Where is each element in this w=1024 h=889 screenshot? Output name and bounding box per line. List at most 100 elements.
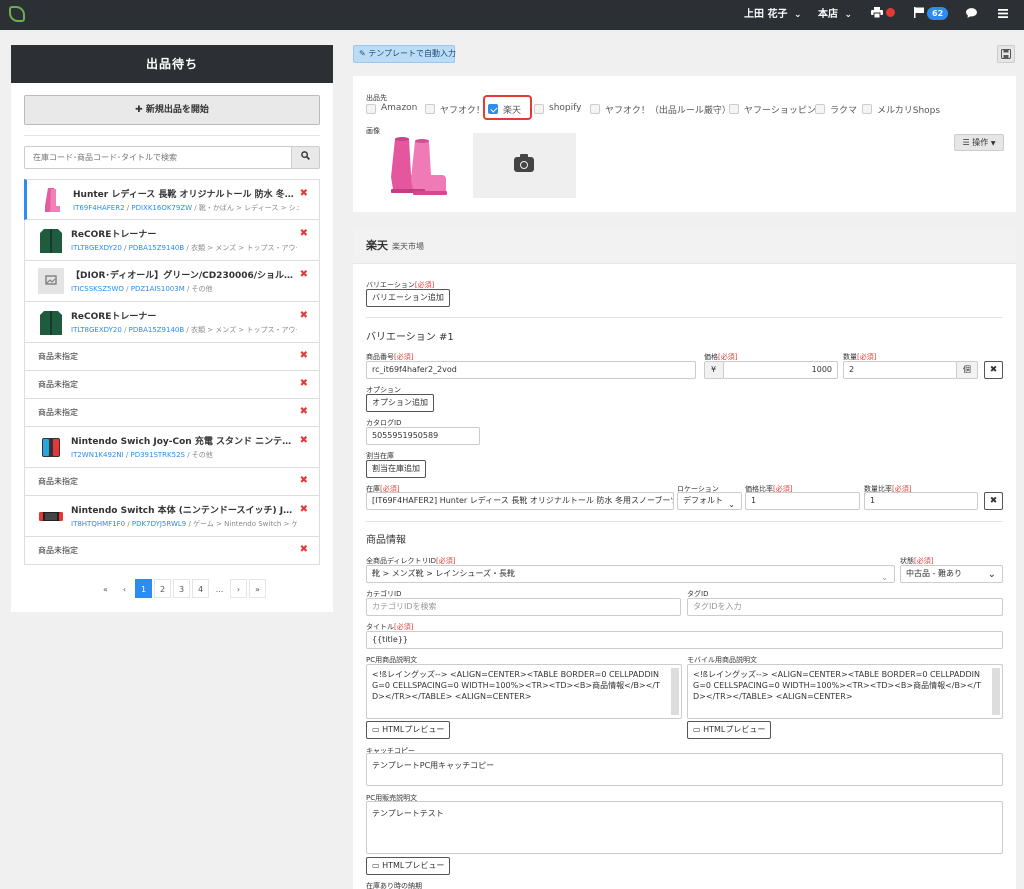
list-item[interactable]: Hunter レディース 長靴 オリジナルトール 防水 冬用スノーブーツ IT6…	[24, 179, 320, 220]
tag-id-input[interactable]: タグIDを入力	[687, 598, 1003, 616]
mobile-description-textarea[interactable]: <!ßレイングッズ--> <ALIGN=CENTER><TABLE BORDER…	[687, 664, 1003, 719]
catch-copy-textarea[interactable]: テンプレートPC用キャッチコピー	[366, 753, 1003, 786]
pager-page-4[interactable]: 4	[192, 579, 209, 598]
pager-page-3[interactable]: 3	[173, 579, 190, 598]
app-logo-icon[interactable]	[9, 6, 25, 22]
pc-description-textarea[interactable]: <!ßレイングッズ--> <ALIGN=CENTER><TABLE BORDER…	[366, 664, 682, 719]
add-allocated-stock-button[interactable]: 割当在庫追加	[366, 460, 426, 478]
add-variation-button[interactable]: バリエーション追加	[366, 289, 450, 307]
chat-button[interactable]	[966, 0, 977, 30]
search-button[interactable]	[291, 147, 319, 168]
remove-icon[interactable]: ✖	[300, 350, 308, 361]
price-input[interactable]: 1000	[723, 361, 838, 379]
product-code-link[interactable]: PDIXK16OK79ZW	[131, 204, 192, 212]
item-codes: ITICSSKSZ5WO / PDZ1AIS1003M / その他	[71, 285, 213, 293]
stock-code-link[interactable]: ITLT8GEXDY20	[71, 244, 122, 252]
template-autofill-button[interactable]: ✎ テンプレートで自動入力	[353, 45, 456, 63]
channel-checkbox-rakuma[interactable]	[815, 104, 825, 114]
notifications-menu[interactable]: 62	[914, 0, 949, 30]
channel-checkbox-rakuten[interactable]	[488, 104, 498, 114]
new-listing-button[interactable]: ✚ 新規出品を開始	[24, 95, 320, 125]
chevron-down-icon: ⌄	[793, 10, 802, 20]
list-item[interactable]: 商品未指定 ✖	[24, 371, 320, 399]
scrollbar[interactable]	[992, 668, 1000, 715]
search-input[interactable]	[25, 147, 291, 168]
pager-page-1[interactable]: 1	[135, 579, 152, 598]
sales-html-preview-button[interactable]: ▭ HTMLプレビュー	[366, 857, 451, 875]
list-item[interactable]: ReCOREトレーナー ITLT8GEXDY20 / PDBA15Z9140B …	[24, 302, 320, 343]
condition-select[interactable]: 中古品 - 難あり ⌄	[900, 565, 1003, 583]
remove-icon[interactable]: ✖	[300, 378, 308, 389]
title-input[interactable]: {{title}}	[366, 631, 1003, 649]
remove-icon[interactable]: ✖	[300, 228, 308, 239]
store-menu[interactable]: 本店 ⌄	[818, 0, 852, 30]
printer-icon	[871, 7, 883, 19]
product-code-link[interactable]: PD391STRK52S	[130, 451, 185, 459]
chevron-down-icon: ⌄	[881, 573, 888, 582]
remove-icon[interactable]: ✖	[300, 435, 308, 446]
operations-dropdown[interactable]: ☰ 操作 ▼	[954, 134, 1004, 151]
store-name: 本店	[818, 9, 838, 20]
printer-alert-dot	[886, 8, 895, 17]
hamburger-menu[interactable]	[998, 0, 1008, 30]
rakuten-card-header: 楽天 楽天市場	[353, 228, 1016, 264]
pager-page-2[interactable]: 2	[154, 579, 171, 598]
product-code-link[interactable]: PDBA15Z9140B	[129, 244, 185, 252]
catalog-id-input[interactable]: 5055951950589	[366, 427, 480, 445]
channel-checkbox-shopify[interactable]	[534, 104, 544, 114]
save-button[interactable]	[997, 45, 1015, 63]
list-item[interactable]: 【DIOR･ディオール】グリーン/CD230006/ショルダーバッグ ITICS…	[24, 261, 320, 302]
channel-checkbox-yahuoku-strict[interactable]	[590, 104, 600, 114]
list-item[interactable]: 商品未指定 ✖	[24, 399, 320, 427]
list-item[interactable]: 商品未指定 ✖	[24, 343, 320, 371]
pink-boots-photo[interactable]	[385, 135, 449, 197]
stock-code-link[interactable]: IT2WN1K492NI	[71, 451, 124, 459]
product-code-link[interactable]: PDK7DYJ5RWL9	[132, 520, 186, 528]
stock-code-link[interactable]: IT69F4HAFER2	[73, 204, 125, 212]
pc-sales-description-textarea[interactable]: テンプレートテスト	[366, 801, 1003, 854]
pager-last[interactable]: »	[249, 579, 266, 598]
scrollbar[interactable]	[671, 668, 679, 715]
channel-checkbox-yahuoku[interactable]	[425, 104, 435, 114]
stock-code-link[interactable]: ITLT8GEXDY20	[71, 326, 122, 334]
user-menu[interactable]: 上田 花子 ⌄	[744, 0, 802, 30]
remove-stock-button[interactable]: ✖	[984, 492, 1003, 510]
product-code-link[interactable]: PDBA15Z9140B	[129, 326, 185, 334]
remove-variation-button[interactable]: ✖	[984, 361, 1003, 379]
quantity-ratio-input[interactable]: 1	[864, 492, 978, 510]
channel-checkbox-yahoo-shopping[interactable]	[729, 104, 739, 114]
remove-icon[interactable]: ✖	[300, 406, 308, 417]
stock-input[interactable]: [IT69F4HAFER2] Hunter レディース 長靴 オリジナルトール …	[366, 492, 674, 510]
monitor-icon: ▭	[693, 725, 701, 734]
add-photo-placeholder[interactable]	[473, 133, 576, 198]
remove-icon[interactable]: ✖	[300, 188, 308, 199]
remove-icon[interactable]: ✖	[300, 310, 308, 321]
channel-checkbox-amazon[interactable]	[366, 104, 376, 114]
pager-prev[interactable]: ‹	[116, 580, 133, 599]
remove-icon[interactable]: ✖	[300, 475, 308, 486]
mobile-html-preview-button[interactable]: ▭ HTMLプレビュー	[687, 721, 772, 739]
remove-icon[interactable]: ✖	[300, 504, 308, 515]
list-item[interactable]: Nintendo Swich Joy-Con 充電 スタンド ニンテンドースイッ…	[24, 427, 320, 468]
remove-icon[interactable]: ✖	[300, 544, 308, 555]
stock-code-link[interactable]: ITICSSKSZ5WO	[71, 285, 124, 293]
category-id-input[interactable]: カテゴリIDを検索	[366, 598, 681, 616]
location-select[interactable]: デフォルト ⌄	[677, 492, 742, 510]
channel-checkbox-mercari-shops[interactable]	[862, 104, 872, 114]
pager-next[interactable]: ›	[230, 579, 247, 598]
product-code-link[interactable]: PDZ1AIS1003M	[131, 285, 185, 293]
remove-icon[interactable]: ✖	[300, 269, 308, 280]
price-ratio-input[interactable]: 1	[745, 492, 860, 510]
pc-html-preview-button[interactable]: ▭ HTMLプレビュー	[366, 721, 451, 739]
list-item[interactable]: 商品未指定 ✖	[24, 537, 320, 565]
item-number-input[interactable]: rc_it69f4hafer2_2vod	[366, 361, 696, 379]
quantity-input[interactable]: 2	[843, 361, 957, 379]
list-item[interactable]: 商品未指定 ✖	[24, 468, 320, 496]
printer-menu[interactable]	[871, 0, 895, 30]
directory-id-select[interactable]: 靴 > メンズ靴 > レインシューズ・長靴 ⌄	[366, 565, 895, 583]
stock-code-link[interactable]: IT8HTQHMF1F0	[71, 520, 125, 528]
add-option-button[interactable]: オプション追加	[366, 394, 434, 412]
list-item[interactable]: ReCOREトレーナー ITLT8GEXDY20 / PDBA15Z9140B …	[24, 220, 320, 261]
pager-first[interactable]: «	[97, 580, 114, 599]
list-item[interactable]: Nintendo Switch 本体 (ニンテンドースイッチ) Joy-Con(…	[24, 496, 320, 537]
